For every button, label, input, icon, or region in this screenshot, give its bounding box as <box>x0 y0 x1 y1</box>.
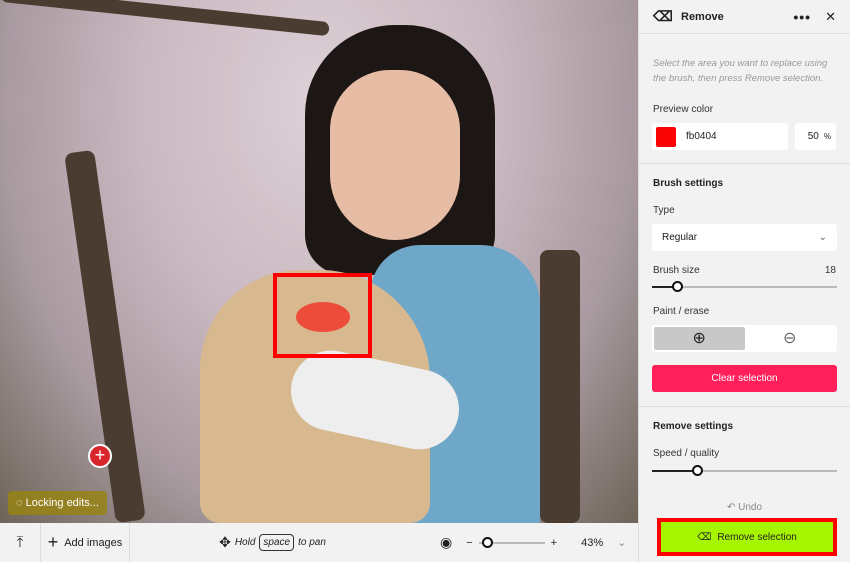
close-icon[interactable]: ✕ <box>825 9 836 25</box>
locking-text: Locking edits... <box>25 497 99 509</box>
selection-highlight <box>273 273 372 358</box>
zoom-in-icon[interactable]: + <box>551 537 557 549</box>
tree-trunk <box>64 149 146 523</box>
eye-icon[interactable]: ◉ <box>440 534 452 551</box>
panel-title: Remove <box>681 10 724 23</box>
eraser-icon: ⌫ <box>697 531 712 543</box>
photo-subject-face <box>330 70 460 240</box>
panel-header: ⌫ Remove ••• ✕ <box>639 0 850 34</box>
space-key: space <box>259 534 295 551</box>
zoom-slider-knob[interactable] <box>481 536 493 548</box>
locking-status: ◌ Locking edits... <box>8 491 107 515</box>
undo-label: Undo <box>738 502 763 513</box>
move-icon: ✥ <box>219 534 231 550</box>
erase-button[interactable]: ⊖ <box>745 327 836 350</box>
opacity-value: 50 <box>807 131 819 142</box>
zoom-level[interactable]: 43% <box>581 537 603 549</box>
zoom-out-icon[interactable]: − <box>466 537 472 549</box>
type-select[interactable]: Regular ⌄ <box>652 224 837 251</box>
hold-text: Hold <box>234 537 256 548</box>
remove-selection-button[interactable]: ⌫ Remove selection <box>661 522 833 552</box>
chevron-down-icon[interactable]: ⌄ <box>617 536 626 549</box>
tree-branch <box>0 0 330 37</box>
color-hex: fb0404 <box>686 131 717 142</box>
pan-hint: ✥ Hold space to pan <box>130 534 415 551</box>
color-field[interactable]: fb0404 <box>652 123 788 150</box>
paint-button[interactable]: ⊕ <box>654 327 745 350</box>
speed-quality-label: Speed / quality <box>653 448 720 459</box>
add-images-button[interactable]: + Add images <box>41 532 129 553</box>
divider <box>639 163 850 164</box>
paint-plus-icon: ⊕ <box>692 330 706 347</box>
paint-erase-label: Paint / erase <box>653 306 710 317</box>
paint-erase-toggle: ⊕ ⊖ <box>652 325 837 352</box>
undo-button[interactable]: ↶ Undo <box>639 502 850 513</box>
chevron-down-icon: ⌄ <box>818 232 827 243</box>
bottom-toolbar: ⤒ + Add images ✥ Hold space to pan ◉ − + … <box>0 523 638 562</box>
more-icon[interactable]: ••• <box>793 9 811 25</box>
divider <box>639 406 850 407</box>
speed-quality-knob[interactable] <box>692 465 703 476</box>
undo-icon: ↶ <box>726 502 739 513</box>
type-label: Type <box>653 205 675 216</box>
type-value: Regular <box>662 232 698 243</box>
to-pan-text: to pan <box>298 537 326 548</box>
panel-hint: Select the area you want to replace usin… <box>653 58 828 84</box>
tree-trunk <box>540 250 580 523</box>
add-images-label: Add images <box>64 536 123 549</box>
image-canvas[interactable]: + ◌ Locking edits... <box>0 0 638 523</box>
export-icon[interactable]: ⤒ <box>0 534 40 551</box>
brush-settings-heading: Brush settings <box>653 178 724 189</box>
remove-settings-heading: Remove settings <box>653 421 734 432</box>
preview-color-label: Preview color <box>653 104 714 115</box>
erase-minus-icon: ⊖ <box>783 330 797 347</box>
brush-cursor-icon: + <box>88 444 112 468</box>
opacity-unit: % <box>823 132 831 141</box>
speed-quality-slider[interactable] <box>652 465 837 476</box>
brush-size-slider[interactable] <box>652 281 837 292</box>
brush-size-value: 18 <box>824 265 836 276</box>
zoom-slider[interactable] <box>478 536 545 548</box>
color-swatch[interactable] <box>656 126 676 147</box>
remove-selection-label: Remove selection <box>717 531 797 543</box>
eraser-icon: ⌫ <box>653 8 673 24</box>
remove-panel: ⌫ Remove ••• ✕ Select the area you want … <box>638 0 850 562</box>
plus-icon: + <box>47 532 59 552</box>
opacity-field[interactable]: 50% <box>795 123 836 150</box>
clear-selection-button[interactable]: Clear selection <box>652 365 837 392</box>
brush-size-knob[interactable] <box>672 281 683 292</box>
spinner-icon: ◌ <box>16 497 26 509</box>
brush-size-label: Brush size <box>653 265 700 276</box>
